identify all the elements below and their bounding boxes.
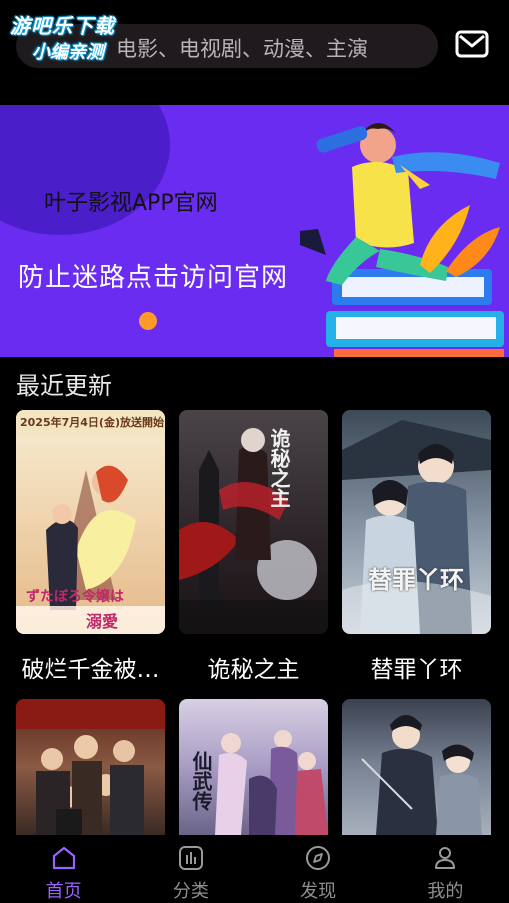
nav-label-discover: 发现	[300, 881, 337, 902]
nav-item-home[interactable]: 首页	[0, 835, 127, 903]
user-icon	[435, 847, 456, 869]
poster-text-title: ずたぼろ令嬢は	[26, 589, 124, 605]
poster-art	[16, 699, 165, 835]
poster-text-title: 仙武传	[189, 751, 213, 811]
nav-item-discover[interactable]: 发现	[255, 835, 382, 903]
mail-button[interactable]	[452, 26, 492, 62]
top-bar: 电影、电视剧、动漫、主演 游吧乐下载 小编亲测	[0, 0, 509, 92]
media-title: 诡秘之主	[207, 657, 300, 683]
media-card[interactable]: 仙武传	[179, 699, 328, 835]
media-poster: 2025年7月4日(金)放送開始 ずたぼろ令嬢は 溺愛	[16, 410, 165, 634]
poster-art	[179, 428, 328, 634]
media-poster: 诡秘之主	[179, 410, 328, 634]
watermark-logo: 游吧乐下载 小编亲测	[6, 8, 148, 66]
nav-item-profile[interactable]: 我的	[382, 835, 509, 903]
category-icon	[178, 846, 203, 870]
poster-text-title: 诡秘之主	[267, 428, 291, 508]
watermark-line1: 游吧乐下载	[10, 14, 115, 38]
media-poster: 仙武传	[179, 699, 328, 835]
media-card[interactable]	[342, 699, 491, 835]
media-card[interactable]: 2025年7月4日(金)放送開始 ずたぼろ令嬢は 溺愛 破烂千金被…	[16, 410, 165, 684]
compass-icon	[306, 846, 331, 870]
poster-text-title: 替罪丫环	[368, 566, 464, 594]
poster-text-sub: 溺愛	[86, 612, 119, 631]
media-card[interactable]	[16, 699, 165, 835]
media-title: 破烂千金被…	[21, 657, 160, 683]
media-poster	[342, 699, 491, 835]
media-card[interactable]: 诡秘之主 诡秘之主	[179, 410, 328, 684]
media-poster	[16, 699, 165, 835]
bottom-nav: 首页 分类 发现 我的	[0, 835, 509, 903]
poster-art	[361, 715, 482, 835]
media-card[interactable]: 替罪丫环 替罪丫环	[342, 410, 491, 684]
search-placeholder: 电影、电视剧、动漫、主演	[116, 37, 368, 61]
nav-label-profile: 我的	[427, 881, 464, 902]
banner-title: 叶子影视APP官网	[44, 191, 218, 216]
banner-subtitle: 防止迷路点击访问官网	[18, 263, 289, 293]
promo-banner[interactable]: 叶子影视APP官网 防止迷路点击访问官网	[0, 105, 509, 357]
home-icon	[52, 846, 75, 870]
watermark-line2: 小编亲测	[32, 42, 104, 63]
poster-text-date: 2025年7月4日(金)放送開始	[20, 416, 164, 429]
banner-illustration	[0, 105, 504, 357]
mail-icon	[455, 30, 489, 58]
poster-art	[342, 420, 491, 634]
section-title: 最近更新	[16, 372, 112, 400]
media-poster: 替罪丫环	[342, 410, 491, 634]
nav-item-category[interactable]: 分类	[127, 835, 254, 903]
nav-label-category: 分类	[172, 881, 209, 902]
nav-label-home: 首页	[45, 881, 82, 902]
media-title: 替罪丫环	[370, 657, 463, 683]
